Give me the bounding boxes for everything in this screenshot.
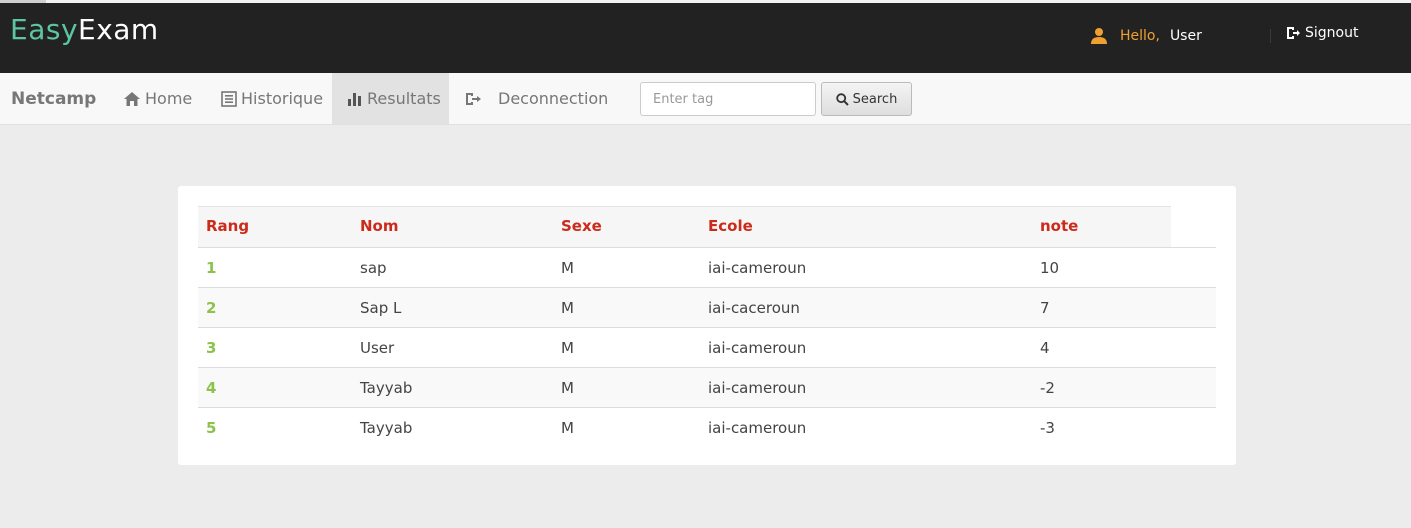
sex-cell: M bbox=[561, 419, 574, 437]
nav-brand[interactable]: Netcamp bbox=[11, 89, 96, 109]
bar-chart-icon bbox=[348, 92, 361, 106]
col-header-nom[interactable]: Nom bbox=[360, 206, 399, 247]
user-icon bbox=[1090, 27, 1108, 45]
sex-cell: M bbox=[561, 379, 574, 397]
home-icon bbox=[124, 91, 140, 106]
nav-item-resultats[interactable]: Resultats bbox=[332, 73, 449, 124]
user-greeting: Hello, User bbox=[1090, 25, 1202, 47]
school-cell: iai-caceroun bbox=[708, 299, 800, 317]
table-row: 3 User M iai-cameroun 4 bbox=[198, 327, 1216, 367]
grade-cell: -3 bbox=[1040, 419, 1055, 437]
table-row: 1 sap M iai-cameroun 10 bbox=[198, 247, 1216, 287]
sign-out-icon bbox=[1287, 27, 1300, 39]
logo-text-exam: Exam bbox=[78, 13, 159, 46]
grade-cell: -2 bbox=[1040, 379, 1055, 397]
grade-cell: 10 bbox=[1040, 259, 1060, 277]
name-cell: Tayyab bbox=[360, 379, 413, 397]
name-cell: Tayyab bbox=[360, 419, 413, 437]
rank-cell: 5 bbox=[206, 419, 217, 437]
col-header-sexe[interactable]: Sexe bbox=[561, 206, 602, 247]
nav-item-resultats-label: Resultats bbox=[367, 89, 441, 108]
school-cell: iai-cameroun bbox=[708, 339, 807, 357]
name-cell: User bbox=[360, 339, 395, 357]
sex-cell: M bbox=[561, 339, 574, 357]
search-button-label: Search bbox=[852, 91, 898, 107]
col-header-ecole[interactable]: Ecole bbox=[708, 206, 753, 247]
results-panel: Rang Nom Sexe Ecole note 1 sap M iai-cam… bbox=[178, 186, 1236, 465]
rank-cell: 3 bbox=[206, 339, 217, 357]
search-button[interactable]: Search bbox=[821, 82, 912, 116]
rank-cell: 2 bbox=[206, 299, 217, 317]
table-row: 5 Tayyab M iai-cameroun -3 bbox=[198, 407, 1216, 447]
school-cell: iai-cameroun bbox=[708, 419, 807, 437]
app-logo[interactable]: EasyExam bbox=[10, 13, 159, 46]
hello-label: Hello, bbox=[1120, 28, 1160, 44]
nav-item-historique[interactable]: Historique bbox=[221, 73, 323, 124]
nav-item-deconnection-label: Deconnection bbox=[498, 89, 609, 108]
table-row: 2 Sap L M iai-caceroun 7 bbox=[198, 287, 1216, 327]
main-navbar: Netcamp Home Historique Resultats Deconn… bbox=[0, 73, 1411, 125]
sex-cell: M bbox=[561, 299, 574, 317]
name-cell: sap bbox=[360, 259, 387, 277]
list-icon bbox=[221, 90, 237, 107]
nav-item-deconnection[interactable]: Deconnection bbox=[465, 73, 608, 124]
search-icon bbox=[835, 92, 849, 106]
sex-cell: M bbox=[561, 259, 574, 277]
app-header: EasyExam Hello, User Signout bbox=[0, 3, 1411, 73]
table-header-row bbox=[198, 206, 1171, 247]
school-cell: iai-cameroun bbox=[708, 379, 807, 397]
table-row: 4 Tayyab M iai-cameroun -2 bbox=[198, 367, 1216, 407]
school-cell: iai-cameroun bbox=[708, 259, 807, 277]
grade-cell: 4 bbox=[1040, 339, 1050, 357]
user-name: User bbox=[1169, 28, 1202, 44]
col-header-rang[interactable]: Rang bbox=[206, 206, 249, 247]
col-header-note[interactable]: note bbox=[1040, 206, 1078, 247]
rank-cell: 4 bbox=[206, 379, 217, 397]
logo-text-easy: Easy bbox=[10, 13, 79, 46]
rank-cell: 1 bbox=[206, 259, 217, 277]
name-cell: Sap L bbox=[360, 299, 402, 317]
nav-item-home-label: Home bbox=[145, 89, 193, 108]
nav-item-home[interactable]: Home bbox=[123, 73, 192, 124]
log-out-icon bbox=[466, 92, 481, 105]
table-body: 1 sap M iai-cameroun 10 2 Sap L M iai-ca… bbox=[198, 247, 1216, 447]
tag-search-input[interactable] bbox=[640, 82, 816, 116]
signout-link[interactable]: Signout bbox=[1285, 25, 1358, 41]
header-divider bbox=[1270, 29, 1271, 43]
signout-label: Signout bbox=[1305, 25, 1359, 41]
nav-item-historique-label: Historique bbox=[241, 89, 324, 108]
grade-cell: 7 bbox=[1040, 299, 1050, 317]
